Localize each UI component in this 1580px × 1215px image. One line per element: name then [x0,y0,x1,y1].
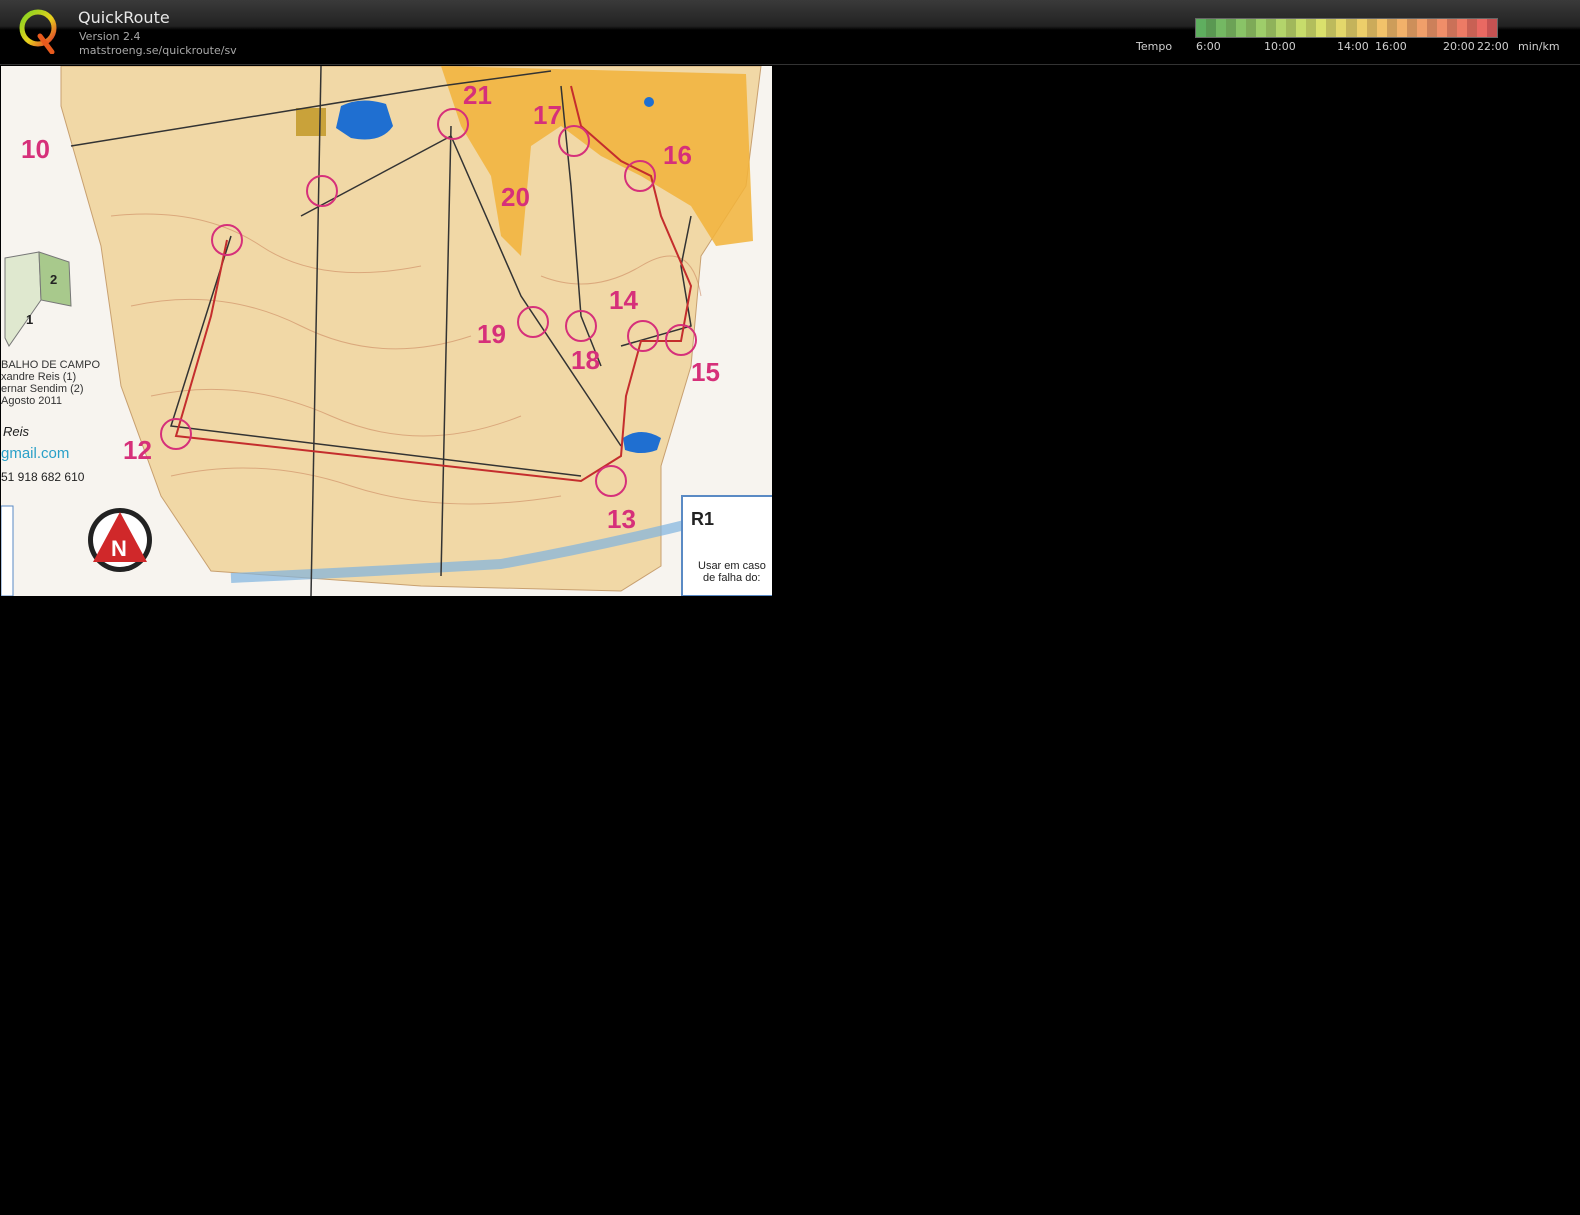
tempo-scale-segment [1326,19,1337,37]
control-number: 15 [691,357,720,387]
tempo-scale-segment [1396,19,1407,37]
tempo-tick: 10:00 [1264,40,1296,53]
tempo-scale-segment [1286,19,1297,37]
tempo-scale-segment [1436,19,1447,37]
north-arrow-icon: N [88,508,152,572]
legend-line: xandre Reis (1) [1,371,76,383]
tempo-scale-segment [1376,19,1387,37]
backup-text: de falha do: [703,572,761,584]
tempo-tick: 6:00 [1196,40,1221,53]
legend-line: Agosto 2011 [1,395,62,407]
tempo-scale-segment [1466,19,1477,37]
course-name: R1 [691,509,714,529]
tempo-scale-segment [1336,19,1347,37]
tempo-scale-segment [1246,19,1257,37]
quickroute-q-logo-icon [19,9,57,54]
app-url[interactable]: matstroeng.se/quickroute/sv [79,44,237,57]
tempo-tick: 14:00 [1337,40,1369,53]
tempo-scale-segment [1296,19,1307,37]
tempo-scale-segment [1236,19,1247,37]
orienteering-map-view[interactable]: 10 21 17 16 20 14 19 18 15 12 13 2 1 BAL… [1,66,772,596]
course-info-box: R1 Usar em caso de falha do: [681,495,772,596]
control-number: 21 [463,80,492,110]
tempo-scale-segment [1216,19,1227,37]
tempo-scale-segment [1316,19,1327,37]
tempo-scale-segment [1196,19,1207,37]
tempo-unit: min/km [1518,40,1560,53]
app-header: QuickRoute Version 2.4 matstroeng.se/qui… [0,0,1580,65]
tempo-scale-segment [1476,19,1487,37]
tempo-scale-segment [1346,19,1357,37]
app-title: QuickRoute [78,8,170,27]
tempo-scale-segment [1276,19,1287,37]
tempo-tick: 16:00 [1375,40,1407,53]
tempo-scale-segment [1266,19,1277,37]
tempo-tick: 20:00 [1443,40,1475,53]
control-number: 19 [477,319,506,349]
tempo-scale-segment [1416,19,1427,37]
control-number: 13 [607,504,636,534]
tempo-scale-segment [1406,19,1417,37]
north-letter: N [111,536,127,561]
tempo-scale-segment [1206,19,1217,37]
tempo-scale-segment [1226,19,1237,37]
tempo-label: Tempo [1136,40,1173,53]
tempo-tick: 22:00 [1477,40,1509,53]
tempo-color-scale [1195,18,1498,38]
control-number: 10 [21,134,50,164]
lake [336,100,393,140]
control-number: 17 [533,100,562,130]
tempo-scale-segment [1306,19,1317,37]
legend-box-fragment [1,505,14,596]
map-author: Reis [3,424,30,439]
inset-label: 1 [26,312,33,327]
pond [623,432,661,453]
tempo-scale-segment [1386,19,1397,37]
legend-line: BALHO DE CAMPO [1,359,100,371]
map-email: gmail.com [1,445,69,462]
control-number: 20 [501,182,530,212]
inset-label: 2 [50,272,57,287]
tempo-scale-segment [1456,19,1467,37]
tempo-scale-segment [1366,19,1377,37]
map-phone: 51 918 682 610 [1,470,85,484]
control-number: 18 [571,345,600,375]
control-number: 12 [123,435,152,465]
tempo-scale-segment [1426,19,1437,37]
tempo-scale-segment [1356,19,1367,37]
tempo-scale-segment [1256,19,1267,37]
legend-line: ernar Sendim (2) [1,383,84,395]
small-pond [644,97,654,107]
tempo-scale-segment [1446,19,1457,37]
backup-text: Usar em caso [698,560,766,572]
tempo-scale-segment [1486,19,1497,37]
control-number: 16 [663,140,692,170]
app-version: Version 2.4 [79,30,141,43]
control-number: 14 [609,285,638,315]
building-area [296,108,326,136]
